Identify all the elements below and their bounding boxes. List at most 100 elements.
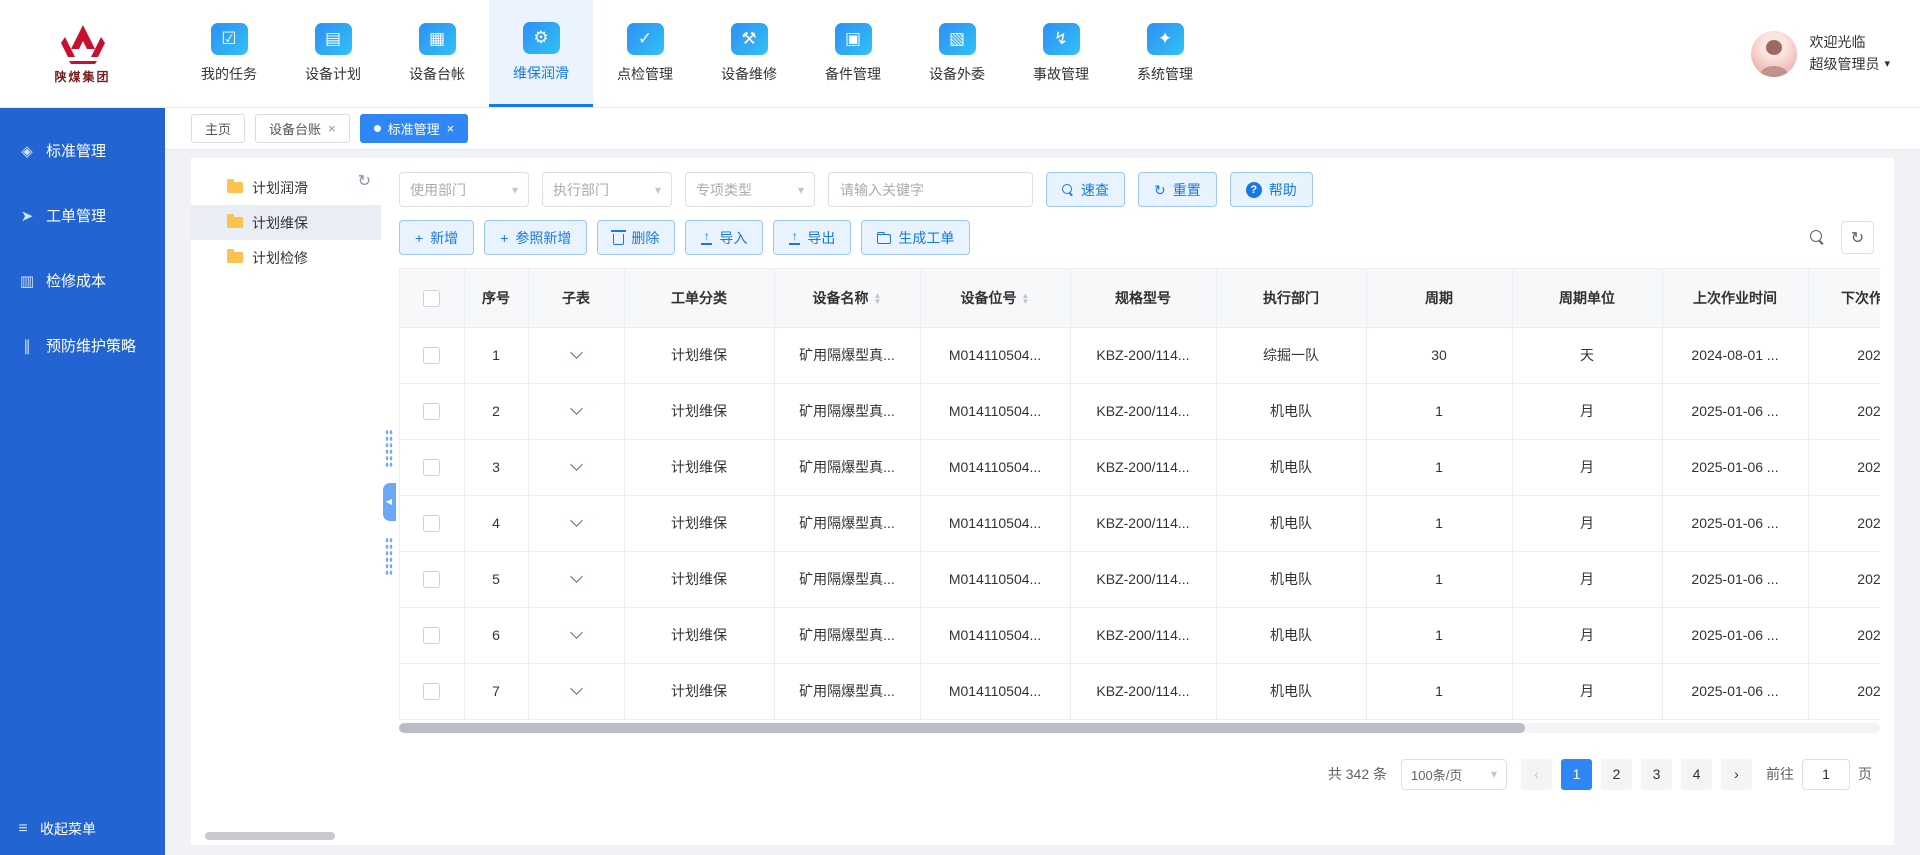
table-row[interactable]: 1 计划维保 矿用隔爆型真... M014110504... KBZ-200/1… <box>400 327 1880 383</box>
page-button-1[interactable]: 1 <box>1561 759 1592 790</box>
add-button[interactable]: + 新增 <box>399 220 474 255</box>
column-header-next-time: 下次作业时间 <box>1808 269 1880 327</box>
tab-home[interactable]: 主页 <box>191 114 245 143</box>
expand-chevron-icon[interactable] <box>570 682 583 695</box>
column-header-equipment-tag[interactable]: 设备位号▲▼ <box>920 269 1070 327</box>
collapse-panel-arrow[interactable]: ◀ <box>383 483 396 521</box>
topnav-item-equipment-ledger[interactable]: ▦ 设备台帐 <box>385 0 489 107</box>
reset-button[interactable]: ↻ 重置 <box>1138 172 1217 207</box>
sidebar-item-overhaul-cost[interactable]: ▥ 检修成本 <box>0 248 165 313</box>
add-by-reference-button[interactable]: + 参照新增 <box>484 220 587 255</box>
delete-button[interactable]: 删除 <box>597 220 675 255</box>
goto-label: 前往 <box>1766 764 1794 784</box>
tree-item-planned-overhaul[interactable]: 计划检修 <box>191 240 381 275</box>
table-row[interactable]: 6 计划维保 矿用隔爆型真... M014110504... KBZ-200/1… <box>400 607 1880 663</box>
table-row[interactable]: 7 计划维保 矿用隔爆型真... M014110504... KBZ-200/1… <box>400 663 1880 719</box>
export-button[interactable]: ↑ 导出 <box>773 220 851 255</box>
tree-item-planned-lubrication[interactable]: 计划润滑 <box>191 170 381 205</box>
add-by-reference-label: 参照新增 <box>515 228 571 248</box>
generate-work-order-button[interactable]: 生成工单 <box>861 220 970 255</box>
row-checkbox[interactable] <box>423 627 440 644</box>
topnav-item-spot-check[interactable]: ✓ 点检管理 <box>593 0 697 107</box>
table-row[interactable]: 5 计划维保 矿用隔爆型真... M014110504... KBZ-200/1… <box>400 551 1880 607</box>
column-header-label: 设备名称 <box>813 290 869 306</box>
topnav-item-equipment-repair[interactable]: ⚒ 设备维修 <box>697 0 801 107</box>
spot-check-icon: ✓ <box>627 23 664 55</box>
executing-department-select[interactable]: 执行部门 ▾ <box>542 172 672 207</box>
expand-chevron-icon[interactable] <box>570 346 583 359</box>
help-button[interactable]: ? 帮助 <box>1230 172 1313 207</box>
sidebar-item-preventive-strategy[interactable]: ∥ 预防维护策略 <box>0 313 165 378</box>
quick-search-button[interactable]: 速查 <box>1046 172 1125 207</box>
expand-chevron-icon[interactable] <box>570 626 583 639</box>
close-icon[interactable]: × <box>328 121 336 136</box>
sidebar-item-work-order-management[interactable]: ➤ 工单管理 <box>0 183 165 248</box>
keyword-input[interactable] <box>828 172 1033 207</box>
sidebar-item-standard-management[interactable]: ◈ 标准管理 <box>0 118 165 183</box>
table-row[interactable]: 3 计划维保 矿用隔爆型真... M014110504... KBZ-200/1… <box>400 439 1880 495</box>
tab-equipment-ledger[interactable]: 设备台账 × <box>255 114 350 143</box>
table-header-row: 序号 子表 工单分类 设备名称▲▼ 设备位号▲▼ 规格型号 执行部门 周期 周期… <box>400 269 1880 327</box>
tab-standard-management[interactable]: 标准管理 × <box>360 114 469 143</box>
close-icon[interactable]: × <box>447 121 455 136</box>
row-checkbox[interactable] <box>423 571 440 588</box>
sort-icon[interactable]: ▲▼ <box>874 293 882 305</box>
row-checkbox[interactable] <box>423 459 440 476</box>
prev-page-button[interactable]: ‹ <box>1521 759 1552 790</box>
logo-caption: 陕煤集团 <box>54 68 110 85</box>
expand-chevron-icon[interactable] <box>570 402 583 415</box>
tree-refresh-icon[interactable]: ↻ <box>358 174 371 190</box>
chevron-down-icon: ▾ <box>655 183 661 197</box>
cell-last-time: 2025-01-06 ... <box>1662 663 1808 719</box>
import-button[interactable]: ↑ 导入 <box>685 220 763 255</box>
chevron-down-icon: ▾ <box>1491 767 1497 781</box>
goto-page-input[interactable] <box>1802 759 1850 790</box>
topnav-item-system[interactable]: ✦ 系统管理 <box>1113 0 1217 107</box>
page-button-3[interactable]: 3 <box>1641 759 1672 790</box>
select-all-checkbox[interactable] <box>423 290 440 307</box>
topnav-item-maintenance-lubrication[interactable]: ⚙ 维保润滑 <box>489 0 593 107</box>
expand-chevron-icon[interactable] <box>570 514 583 527</box>
sort-icon[interactable]: ▲▼ <box>1022 293 1030 305</box>
header-checkbox-cell <box>400 269 464 327</box>
collapse-menu-button[interactable]: ≡ 收起菜单 <box>0 803 165 855</box>
page-size-select[interactable]: 100条/页 ▾ <box>1401 759 1507 790</box>
table-refresh-button[interactable]: ↻ <box>1841 221 1874 254</box>
column-header-equipment-name[interactable]: 设备名称 ▲▼ <box>774 269 920 327</box>
row-checkbox[interactable] <box>423 403 440 420</box>
table-row[interactable]: 2 计划维保 矿用隔爆型真... M014110504... KBZ-200/1… <box>400 383 1880 439</box>
page-button-4[interactable]: 4 <box>1681 759 1712 790</box>
next-page-button[interactable]: › <box>1721 759 1752 790</box>
cell-seq: 2 <box>464 383 528 439</box>
table-search-icon[interactable] <box>1810 230 1825 245</box>
tree-item-planned-maintenance[interactable]: 计划维保 <box>191 205 381 240</box>
expand-chevron-icon[interactable] <box>570 570 583 583</box>
cell-exec-department: 机电队 <box>1216 551 1366 607</box>
system-icon: ✦ <box>1147 23 1184 55</box>
tree-horizontal-scrollbar[interactable] <box>205 832 335 840</box>
topnav-item-equipment-plan[interactable]: ▤ 设备计划 <box>281 0 385 107</box>
special-type-select[interactable]: 专项类型 ▾ <box>685 172 815 207</box>
cell-subtable <box>528 327 624 383</box>
cell-exec-department: 综掘一队 <box>1216 327 1366 383</box>
user-role-dropdown[interactable]: 超级管理员 ▾ <box>1809 54 1890 76</box>
topnav-item-outsourcing[interactable]: ▧ 设备外委 <box>905 0 1009 107</box>
table-horizontal-scrollbar[interactable] <box>399 723 1525 733</box>
collapse-menu-icon: ≡ <box>14 820 32 838</box>
page-button-2[interactable]: 2 <box>1601 759 1632 790</box>
topnav-item-accident[interactable]: ↯ 事故管理 <box>1009 0 1113 107</box>
panel-splitter[interactable]: ◀ <box>381 158 397 845</box>
cell-checkbox <box>400 383 464 439</box>
using-department-select[interactable]: 使用部门 ▾ <box>399 172 529 207</box>
drag-dots-icon <box>385 429 393 467</box>
row-checkbox[interactable] <box>423 515 440 532</box>
table-row[interactable]: 4 计划维保 矿用隔爆型真... M014110504... KBZ-200/1… <box>400 495 1880 551</box>
topnav-item-my-tasks[interactable]: ☑ 我的任务 <box>177 0 281 107</box>
expand-chevron-icon[interactable] <box>570 458 583 471</box>
row-checkbox[interactable] <box>423 347 440 364</box>
avatar[interactable] <box>1751 31 1797 77</box>
cell-next-time: 2024-09 <box>1808 327 1880 383</box>
topnav-item-spare-parts[interactable]: ▣ 备件管理 <box>801 0 905 107</box>
cell-cycle: 1 <box>1366 495 1512 551</box>
row-checkbox[interactable] <box>423 683 440 700</box>
